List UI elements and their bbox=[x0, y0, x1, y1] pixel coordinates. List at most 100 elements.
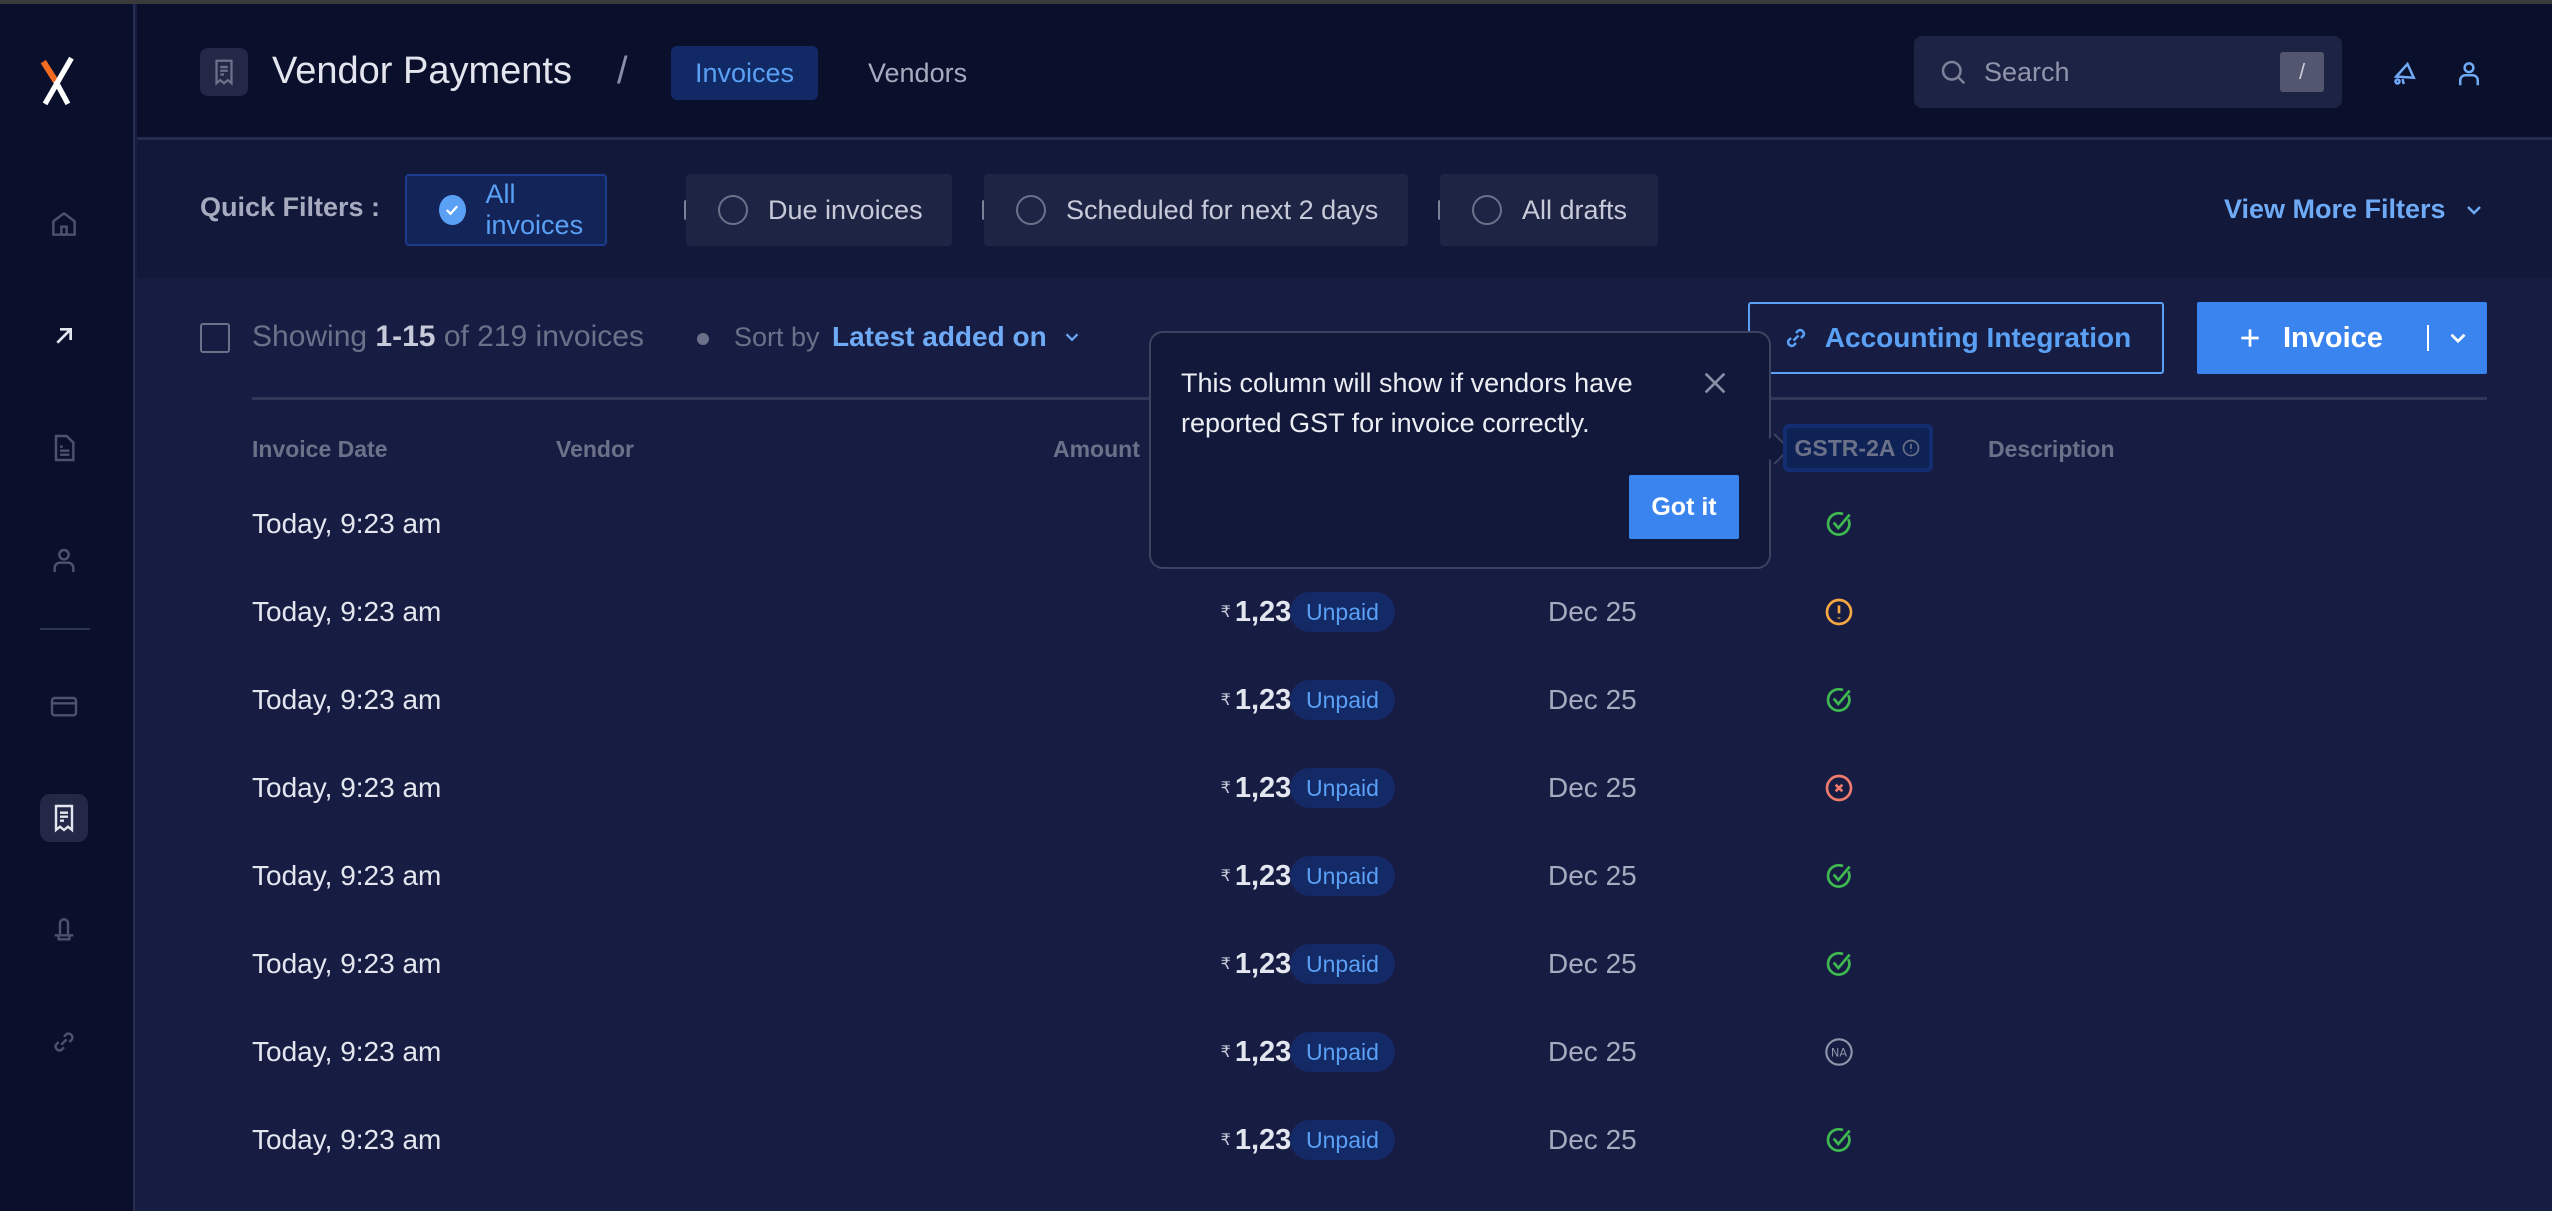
showing-count: Showing 1-15 of 219 invoices bbox=[252, 320, 644, 354]
chevron-down-icon bbox=[2450, 333, 2466, 344]
search-placeholder: Search bbox=[1984, 56, 2070, 87]
filter-chip-all-drafts[interactable]: All drafts bbox=[1440, 174, 1658, 246]
check-circle-icon bbox=[1822, 1096, 1856, 1184]
search-input[interactable]: Search / bbox=[1914, 36, 2342, 108]
column-header-invoice-date[interactable]: Invoice Date bbox=[252, 436, 388, 463]
search-icon bbox=[1941, 60, 1966, 85]
sidebar-item-payments-out[interactable] bbox=[40, 312, 88, 360]
filter-chip-all-invoices[interactable]: All invoices bbox=[405, 174, 607, 246]
user-icon bbox=[53, 548, 75, 572]
quick-filters-label: Quick Filters : bbox=[200, 192, 381, 222]
separator-dot bbox=[697, 333, 709, 345]
view-more-filters-label: View More Filters bbox=[2224, 194, 2446, 224]
sort-by-value: Latest added on bbox=[832, 321, 1047, 352]
page-icon bbox=[200, 48, 248, 96]
plus-icon bbox=[2241, 329, 2259, 347]
add-invoice-label: Invoice bbox=[2283, 321, 2383, 354]
receipt-icon bbox=[54, 804, 74, 833]
view-more-filters-button[interactable]: View More Filters bbox=[2224, 194, 2486, 225]
invoice-date: Today, 9:23 am bbox=[252, 508, 442, 539]
showing-suffix: of 219 invoices bbox=[443, 320, 644, 353]
popover-close-button[interactable] bbox=[1699, 367, 1731, 399]
announcements-button[interactable] bbox=[2385, 54, 2425, 94]
showing-range: 1-15 bbox=[375, 320, 436, 353]
status-cell: Unpaid bbox=[1290, 744, 1395, 832]
tab-invoices[interactable]: Invoices bbox=[671, 46, 819, 100]
profile-button[interactable] bbox=[2449, 54, 2489, 94]
filter-chip-due-invoices[interactable]: Due invoices bbox=[686, 174, 952, 246]
sidebar-item-documents[interactable] bbox=[40, 424, 88, 472]
sort-by-label: Sort by bbox=[734, 322, 820, 352]
status-badge: Unpaid bbox=[1290, 592, 1395, 632]
info-icon bbox=[1903, 439, 1920, 457]
accounting-integration-label: Accounting Integration bbox=[1824, 322, 2132, 353]
accounting-integration-button[interactable]: Accounting Integration bbox=[1748, 302, 2164, 374]
invoice-date: Today, 9:23 am bbox=[252, 860, 442, 891]
table-row[interactable]: Today, 9:23 am ₹ 1,234 .00UnpaidDec 25 bbox=[200, 920, 2500, 1008]
stamp-icon bbox=[54, 918, 74, 941]
sidebar-item-cards[interactable] bbox=[40, 682, 88, 730]
radio-checked-icon bbox=[439, 195, 466, 225]
due-date: Dec 25 bbox=[1548, 1036, 1637, 1067]
status-badge: Unpaid bbox=[1290, 1032, 1395, 1072]
status-badge: Unpaid bbox=[1290, 1120, 1395, 1160]
column-header-gstr-2a[interactable]: GSTR-2A bbox=[1783, 424, 1933, 472]
sidebar bbox=[0, 4, 135, 1211]
filter-chip-label: All drafts bbox=[1522, 194, 1628, 225]
radio-icon bbox=[1472, 195, 1502, 225]
due-date: Dec 25 bbox=[1548, 772, 1637, 803]
table-row[interactable]: Today, 9:23 am ₹ 1,234 .00UnpaidDec 25NA bbox=[200, 1008, 2500, 1096]
currency-symbol: ₹ bbox=[1220, 1044, 1231, 1061]
status-cell: Unpaid bbox=[1290, 1096, 1395, 1184]
table-row[interactable]: Today, 9:23 am ₹ 1,234 .00UnpaidDec 25 bbox=[200, 656, 2500, 744]
chevron-down-icon bbox=[1065, 333, 1079, 342]
table-row[interactable]: Today, 9:23 am ₹ 1,234 .00UnpaidDec 25 bbox=[200, 744, 2500, 832]
status-cell: Unpaid bbox=[1290, 1008, 1395, 1096]
check-circle-icon bbox=[1822, 920, 1856, 1008]
link-icon bbox=[1786, 328, 1805, 348]
column-header-description[interactable]: Description bbox=[1988, 436, 2115, 463]
gstr-info-popover: This column will show if vendors have re… bbox=[1149, 331, 1771, 569]
got-it-button[interactable]: Got it bbox=[1629, 475, 1739, 539]
sort-by-dropdown[interactable]: Latest added on bbox=[832, 321, 1083, 353]
table-row[interactable]: Today, 9:23 am ₹ 1,234 .00UnpaidDec 25 bbox=[200, 832, 2500, 920]
due-date: Dec 25 bbox=[1548, 596, 1637, 627]
currency-symbol: ₹ bbox=[1220, 780, 1231, 797]
invoice-date: Today, 9:23 am bbox=[252, 772, 442, 803]
add-invoice-dropdown[interactable] bbox=[2429, 302, 2487, 374]
gstr-2a-label: GSTR-2A bbox=[1794, 434, 1896, 461]
status-cell: Unpaid bbox=[1290, 832, 1395, 920]
filter-chip-label: Scheduled for next 2 days bbox=[1066, 194, 1379, 225]
credit-card-icon bbox=[50, 696, 78, 717]
due-date: Dec 25 bbox=[1548, 948, 1637, 979]
sidebar-item-integrations[interactable] bbox=[40, 1018, 88, 1066]
svg-text:NA: NA bbox=[1831, 1045, 1847, 1059]
status-badge: Unpaid bbox=[1290, 768, 1395, 808]
invoice-date: Today, 9:23 am bbox=[252, 684, 442, 715]
sidebar-item-people[interactable] bbox=[40, 536, 88, 584]
invoice-date: Today, 9:23 am bbox=[252, 1124, 442, 1155]
currency-symbol: ₹ bbox=[1220, 604, 1231, 621]
filter-chip-label: All invoices bbox=[485, 179, 584, 240]
column-header-vendor[interactable]: Vendor bbox=[556, 436, 634, 463]
warning-circle-icon bbox=[1822, 568, 1856, 656]
x-circle-icon bbox=[1822, 744, 1856, 832]
popover-text: This column will show if vendors have re… bbox=[1181, 368, 1633, 438]
sidebar-item-vendor-payments[interactable] bbox=[40, 794, 88, 842]
currency-symbol: ₹ bbox=[1220, 1132, 1231, 1149]
status-cell: Unpaid bbox=[1290, 656, 1395, 744]
table-row[interactable]: Today, 9:23 am ₹ 1,234 .00UnpaidDec 25 bbox=[200, 568, 2500, 656]
sidebar-item-approvals[interactable] bbox=[40, 906, 88, 954]
x-logo[interactable] bbox=[38, 54, 88, 114]
add-invoice-button[interactable]: Invoice bbox=[2197, 302, 2383, 374]
table-row[interactable]: Today, 9:23 am ₹ 1,234 .00UnpaidDec 25 bbox=[200, 1096, 2500, 1184]
column-header-amount[interactable]: Amount bbox=[1053, 436, 1140, 463]
receipt-icon bbox=[215, 59, 233, 86]
na-circle-icon: NA bbox=[1822, 1008, 1856, 1096]
status-cell: Unpaid bbox=[1290, 568, 1395, 656]
tab-vendors[interactable]: Vendors bbox=[844, 46, 991, 100]
filter-chip-scheduled[interactable]: Scheduled for next 2 days bbox=[984, 174, 1408, 246]
close-icon bbox=[1704, 372, 1726, 394]
sidebar-item-home[interactable] bbox=[40, 200, 88, 248]
select-all-checkbox[interactable] bbox=[200, 323, 230, 353]
